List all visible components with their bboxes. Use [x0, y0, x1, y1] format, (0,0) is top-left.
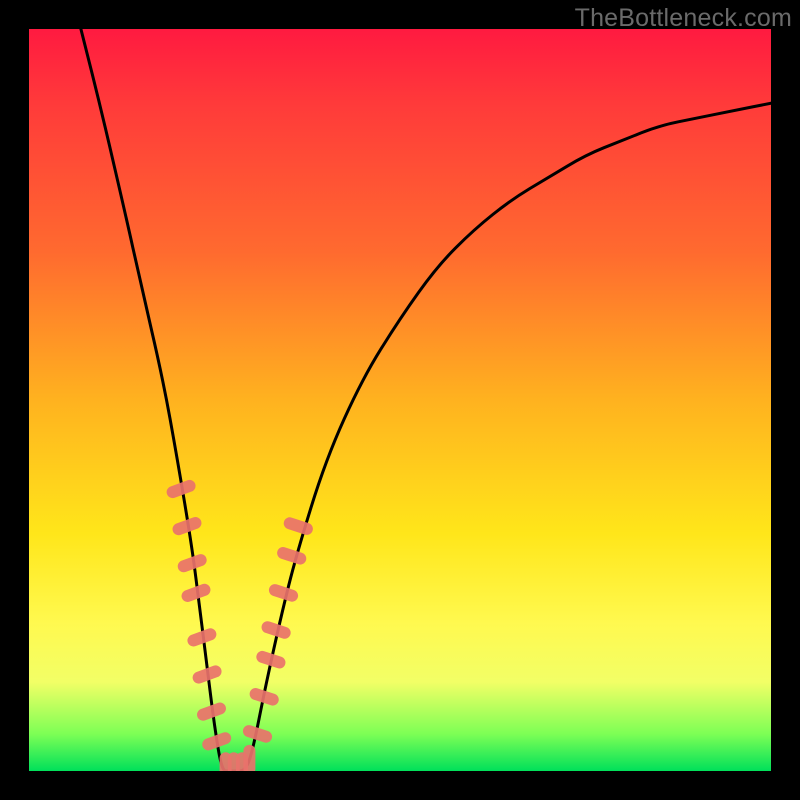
curve-svg — [29, 29, 771, 771]
marker-dot — [243, 745, 255, 771]
marker-dot — [276, 545, 308, 566]
bottleneck-curve — [81, 29, 771, 771]
marker-dot — [282, 516, 314, 537]
chart-frame: TheBottleneck.com — [0, 0, 800, 800]
highlight-dots — [165, 478, 314, 771]
plot-area — [29, 29, 771, 771]
marker-dot — [267, 583, 299, 604]
